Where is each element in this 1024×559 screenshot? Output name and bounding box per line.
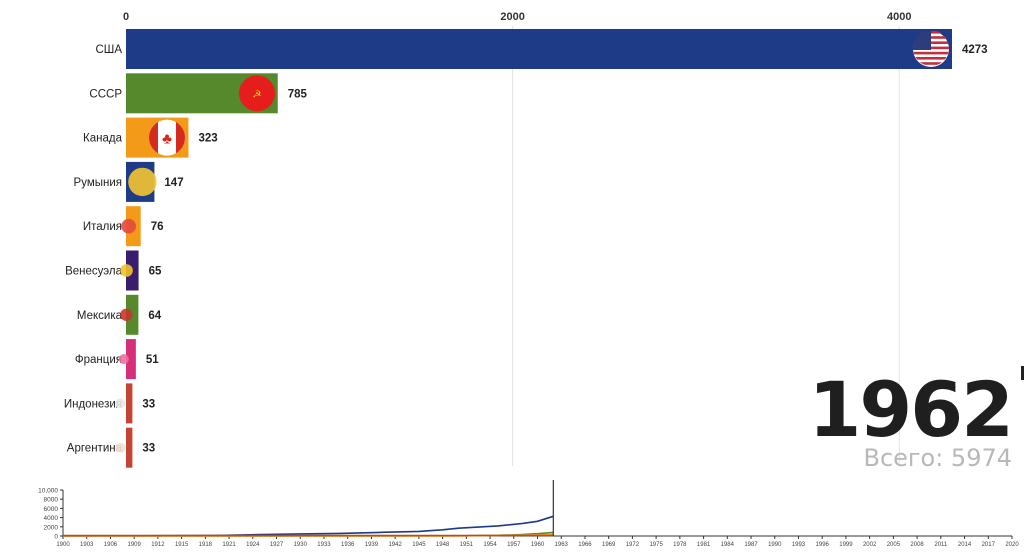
timeline-line-chart: 0 2000 4000 6000 8000 10,000 1900 1903 1906 1909 1…: [38, 480, 1019, 548]
x-tick-label: 1984: [721, 542, 735, 548]
x-tick-label: 1933: [317, 542, 331, 548]
france-flag-icon: [118, 354, 129, 365]
x-tick-label: 2011: [934, 542, 948, 548]
x-tick-label: 1999: [839, 542, 853, 548]
x-tick-label: 1972: [626, 542, 640, 548]
value-label: 323: [198, 133, 217, 145]
category-label: Румыния: [74, 177, 122, 189]
value-label: 33: [142, 398, 155, 410]
x-tick-label: 1942: [388, 542, 402, 548]
x-tick-label: 1921: [222, 542, 236, 548]
x-tick-label: 1930: [294, 542, 308, 548]
total-label: Всего: 5974: [863, 444, 1012, 472]
value-label: 65: [149, 266, 162, 278]
value-label: 76: [151, 221, 164, 233]
italy-flag-icon: [121, 218, 137, 234]
x-tick-label: 1960: [531, 542, 545, 548]
value-label: 147: [164, 177, 183, 189]
category-label: Аргентина: [67, 443, 123, 455]
x-tick-label: 2002: [863, 542, 877, 548]
x-tick-label: 1900: [56, 542, 70, 548]
x-tick-label: 2014: [958, 542, 972, 548]
category-label: Венесуэла: [65, 266, 123, 278]
x-tick-label: 1981: [697, 542, 711, 548]
x-tick-label: 1927: [270, 542, 284, 548]
x-tick-label: 1948: [436, 542, 450, 548]
y-tick-label: 6000: [44, 506, 59, 513]
category-label: Мексика: [77, 310, 123, 322]
x-tick-label: 1906: [104, 542, 118, 548]
x-tick-label: 1918: [199, 542, 213, 548]
x-tick-label: 1909: [127, 542, 141, 548]
indonesia-flag-icon: [115, 398, 126, 409]
venezuela-flag-icon: [120, 264, 133, 277]
svg-text:☭: ☭: [253, 89, 262, 100]
value-label: 64: [148, 310, 161, 322]
bar: [126, 383, 133, 424]
argentina-flag-icon: [115, 442, 126, 453]
series-line: [62, 515, 554, 537]
x-tick-label: 1903: [80, 542, 94, 548]
value-label: 785: [288, 88, 308, 100]
y-tick-label: 4000: [44, 515, 59, 522]
ussr-flag-icon: ☭: [239, 75, 275, 112]
x-tick-label: 1990: [768, 542, 782, 548]
x-tick-label: 2020: [1005, 542, 1019, 548]
x-tick-label: 1915: [175, 542, 189, 548]
bar: [126, 29, 952, 69]
x-tick-label: 2000: [500, 11, 524, 23]
x-tick-label: 1969: [602, 542, 616, 548]
value-label: 4273: [962, 44, 988, 56]
mexico-flag-icon: [120, 308, 133, 321]
category-label: США: [95, 44, 122, 56]
x-tick-label: 1951: [460, 542, 474, 548]
category-label: Франция: [75, 354, 122, 366]
romania-flag-icon: [128, 167, 157, 197]
x-tick-label: 1978: [673, 542, 687, 548]
value-label: 33: [142, 443, 155, 455]
x-tick-label: 2008: [910, 542, 924, 548]
value-label: 51: [146, 354, 159, 366]
category-label: Индонезия: [64, 398, 122, 410]
x-tick-label: 2017: [982, 542, 996, 548]
current-year-label: 1962: [808, 365, 1014, 454]
x-tick-label: 4000: [887, 11, 911, 23]
svg-text:♣: ♣: [162, 131, 172, 148]
bar: [126, 427, 133, 468]
x-tick-label: 0: [123, 11, 129, 23]
y-tick-label: 0: [54, 534, 58, 541]
x-tick-label: 1966: [578, 542, 592, 548]
x-tick-label: 1993: [792, 542, 806, 548]
category-label: СССР: [89, 88, 122, 100]
y-tick-label: 8000: [44, 497, 59, 504]
x-tick-label: 1924: [246, 542, 260, 548]
x-tick-label: 1939: [365, 542, 379, 548]
x-tick-label: 2005: [887, 542, 901, 548]
x-tick-label: 1936: [341, 542, 355, 548]
category-label: Италия: [83, 221, 122, 233]
x-tick-label: 1963: [555, 542, 569, 548]
y-tick-label: 10,000: [38, 488, 58, 495]
usa-flag-icon: [913, 31, 949, 67]
y-tick-label: 2000: [44, 524, 59, 531]
canada-flag-icon: ♣: [148, 119, 186, 156]
category-label: Канада: [83, 133, 123, 145]
x-tick-label: 1987: [744, 542, 758, 548]
x-tick-label: 1975: [649, 542, 663, 548]
x-tick-label: 1945: [412, 542, 426, 548]
x-tick-label: 1954: [483, 542, 497, 548]
x-tick-label: 1957: [507, 542, 521, 548]
x-tick-label: 1912: [151, 542, 165, 548]
x-tick-label: 1996: [816, 542, 830, 548]
